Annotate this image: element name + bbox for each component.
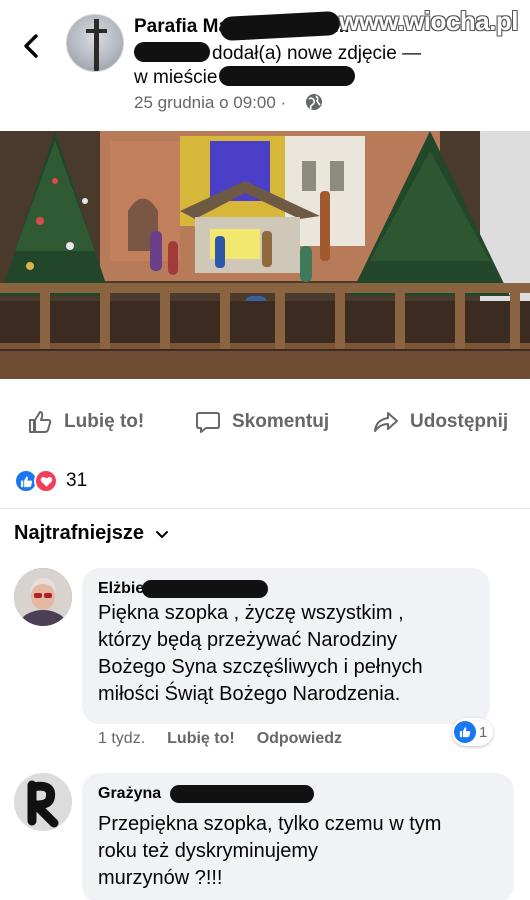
thumbs-up-icon: [29, 411, 52, 433]
globe-icon: [306, 94, 322, 110]
comment-bubble[interactable]: Grażyna Przepiękna szopka, tylko czemu w…: [82, 773, 514, 900]
post-timestamp[interactable]: 25 grudnia o 09:00 ·: [134, 93, 286, 113]
comment-bubble[interactable]: Elżbieta Piękna szopka , życzę wszystkim…: [82, 568, 490, 724]
speech-bubble-icon: [196, 412, 220, 433]
comment-reaction-count: 1: [479, 723, 488, 741]
heart-reaction-icon: [34, 469, 58, 493]
like-reaction-icon: [454, 721, 476, 743]
comment-reply-button[interactable]: Odpowiedz: [257, 730, 342, 748]
comment-label: Skomentuj: [232, 411, 330, 432]
chevron-down-icon: [156, 530, 169, 538]
post-photo[interactable]: [0, 131, 530, 379]
share-button[interactable]: Udostępnij: [372, 396, 508, 448]
comment-line: Przepiękna szopka, tylko czemu w tym: [98, 813, 442, 835]
comment-button[interactable]: Skomentuj: [194, 396, 329, 448]
comment-sort-dropdown[interactable]: Najtrafniejsze: [14, 522, 170, 545]
comment-line: roku też dyskryminujemy: [98, 840, 319, 862]
chevron-left-icon: [24, 34, 38, 58]
post-action-line: dodał(a) nowe zdjęcie —: [134, 42, 421, 65]
redaction-mark: [134, 42, 210, 62]
comment-line: Bożego Syna szczęśliwych i pełnych: [98, 656, 423, 678]
share-label: Udostępnij: [410, 411, 509, 432]
post-header: Parafia Matki Bożej Mi... dodał(a) nowe …: [0, 0, 530, 122]
post-action-text: dodał(a) nowe zdjęcie —: [212, 43, 422, 64]
comment-meta: 1 tydz. Lubię to! Odpowiedz: [98, 730, 342, 748]
comment-like-button[interactable]: Lubię to!: [167, 730, 235, 748]
comment-author[interactable]: Grażyna: [98, 785, 161, 803]
comment-line: murzynów ?!!!: [98, 867, 223, 889]
sort-label: Najtrafniejsze: [14, 522, 145, 544]
watermark: www.wiocha.pl: [339, 6, 518, 36]
comment-line: miłości Świąt Bożego Narodzenia.: [98, 683, 401, 705]
comment-reaction-badge[interactable]: 1: [452, 718, 494, 746]
redaction-mark: [219, 66, 356, 86]
page-avatar[interactable]: [66, 14, 124, 72]
divider: [0, 508, 530, 509]
commenter-avatar[interactable]: [14, 568, 72, 626]
reaction-count: 31: [66, 470, 88, 491]
like-button[interactable]: Lubię to!: [26, 396, 144, 448]
nativity-scene-image: [0, 131, 530, 379]
reaction-summary[interactable]: 31: [14, 468, 87, 494]
back-button[interactable]: [14, 28, 50, 64]
comment-line: Piękna szopka , życzę wszystkim ,: [98, 602, 404, 624]
comment-text: Piękna szopka , życzę wszystkim , którzy…: [98, 600, 423, 708]
comment-line: którzy będą przeżywać Narodziny: [98, 629, 398, 651]
share-arrow-icon: [374, 412, 398, 432]
post-action-bar: Lubię to! Skomentuj Udostępnij: [0, 396, 530, 448]
like-label: Lubię to!: [64, 411, 145, 432]
redaction-mark: [170, 785, 314, 803]
redaction-mark: [142, 580, 268, 598]
comment-time[interactable]: 1 tydz.: [98, 730, 145, 748]
commenter-avatar[interactable]: [14, 773, 72, 831]
post-location-line: w mieście: [134, 66, 356, 89]
location-prefix: w mieście: [134, 67, 218, 88]
comment-text: Przepiękna szopka, tylko czemu w tym rok…: [98, 811, 441, 892]
